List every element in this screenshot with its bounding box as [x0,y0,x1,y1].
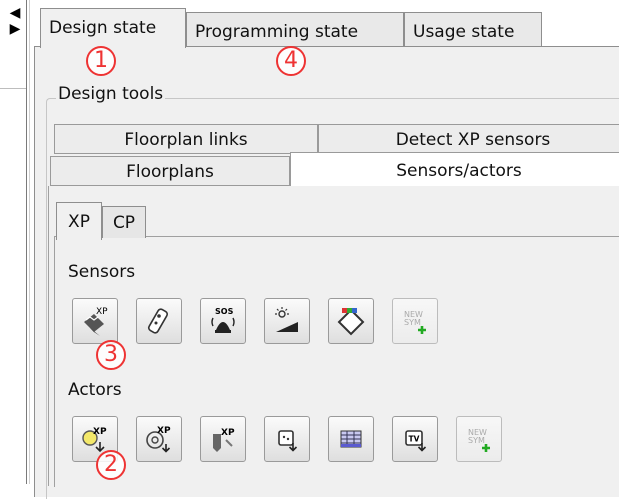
splitter-line [26,0,27,484]
tab-label: Programming state [195,22,359,42]
sos-alarm-icon: SOS [211,307,235,333]
tab-label: Design state [49,18,157,38]
tab-sensors-actors[interactable]: Sensors/actors [290,152,619,188]
icon-label: XP [93,427,107,437]
new-sensor-symbol-button[interactable]: NEW SYM [392,298,438,344]
blinds-actor-button[interactable] [328,416,374,462]
tab-label: XP [68,212,90,232]
tab-label: Usage state [413,22,515,42]
tab-design-state[interactable]: Design state [40,8,186,48]
xp-valve-actor-button[interactable]: XP [200,416,246,462]
icon-label: XP [96,307,108,317]
tab-detect-xp-sensors[interactable]: Detect XP sensors [318,124,619,154]
icon-label: TV [409,435,420,444]
xp-sensor-button[interactable]: XP [72,298,118,344]
xp-dimmer-actor-button[interactable]: XP [136,416,182,462]
remote-sensor-button[interactable] [136,298,182,344]
sos-alarm-button[interactable]: SOS [200,298,246,344]
tab-cp[interactable]: CP [102,206,146,238]
new-symbol-icon: NEW SYM [468,428,490,452]
blinds-actor-icon [340,430,362,448]
actors-label: Actors [68,380,122,400]
remote-sensor-icon [147,308,169,334]
callout-4: 4 [276,46,306,76]
sensors-label: Sensors [68,262,136,282]
collapse-left-arrow-icon[interactable]: ◀ [8,6,22,20]
new-symbol-icon: NEW SYM [404,310,426,334]
xp-valve-actor-icon: XP [213,428,235,452]
light-sensor-icon [275,307,298,332]
tab-floorplan-links[interactable]: Floorplan links [54,124,318,154]
diamond-sensor-button[interactable] [328,298,374,344]
callout-1: 1 [86,46,116,76]
icon-label: SOS [215,307,234,316]
tab-floorplans[interactable]: Floorplans [50,156,290,186]
icon-label: SYM [404,318,421,327]
icon-label: XP [157,426,171,436]
socket-actor-icon [278,430,298,452]
diamond-sensor-icon [337,308,365,336]
icon-label: SYM [468,436,485,445]
group-title: Design tools [56,84,166,104]
left-divider [0,88,26,89]
tab-label: Floorplan links [124,130,248,150]
tab-xp[interactable]: XP [56,202,102,240]
callout-2: 2 [96,450,126,480]
tab-programming-state[interactable]: Programming state [186,12,404,46]
tab-usage-state[interactable]: Usage state [404,12,542,46]
tv-actor-button[interactable]: TV [392,416,438,462]
expand-right-arrow-icon[interactable]: ▶ [8,22,22,36]
splitter-line-light [29,0,30,484]
tab-label: Floorplans [126,162,214,182]
tv-actor-icon: TV [405,430,427,452]
tab-label: CP [112,213,136,233]
xp-dimmer-actor-icon: XP [146,426,171,453]
socket-actor-button[interactable] [264,416,310,462]
light-sensor-button[interactable] [264,298,310,344]
icon-label: XP [221,428,235,438]
new-actor-symbol-button[interactable]: NEW SYM [456,416,502,462]
xp-sensor-icon: XP [84,307,108,336]
tab-label: Sensors/actors [396,161,522,181]
tab-label: Detect XP sensors [395,130,551,150]
callout-3: 3 [96,340,126,370]
